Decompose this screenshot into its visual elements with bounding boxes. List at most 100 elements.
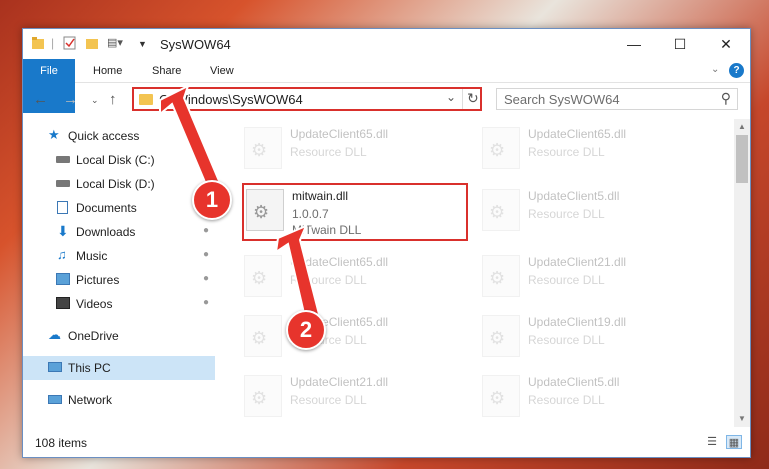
file-type: Resource DLL xyxy=(528,393,605,407)
new-folder-icon[interactable] xyxy=(85,36,99,53)
help-icon[interactable]: ? xyxy=(729,63,744,78)
cloud-icon: ☁ xyxy=(48,327,61,342)
sidebar-item-pictures[interactable]: Pictures ● xyxy=(23,268,215,292)
properties-icon[interactable] xyxy=(63,36,77,53)
pictures-icon xyxy=(56,273,70,285)
search-input[interactable]: Search SysWOW64 ⚲ xyxy=(496,88,738,110)
dll-file-icon: ⚙ xyxy=(244,255,282,297)
network-icon xyxy=(48,395,62,404)
file-type: Resource DLL xyxy=(528,273,605,287)
dll-file-icon: ⚙ xyxy=(482,375,520,417)
pin-icon: ● xyxy=(202,297,209,308)
navigation-bar: ← → ⌄ ↑ C:\Windows\SysWOW64 ⌄ ↻ Search S… xyxy=(23,85,750,117)
pin-icon: ● xyxy=(202,249,209,260)
up-arrow-icon[interactable]: ↑ xyxy=(109,91,117,108)
file-name: UpdateClient21.dll xyxy=(290,375,389,389)
file-item[interactable]: ⚙ UpdateClient65.dll Resource DLL xyxy=(242,251,462,305)
step-badge-2: 2 xyxy=(286,310,326,350)
file-item[interactable]: ⚙ UpdateClient21.dll Resource DLL xyxy=(242,371,462,425)
details-view-icon[interactable]: ☰ xyxy=(704,435,720,449)
expand-ribbon-icon[interactable]: ⌄ xyxy=(711,64,719,75)
sidebar-item-quick-access[interactable]: ★ Quick access xyxy=(23,124,215,148)
sidebar-item-videos[interactable]: Videos ● xyxy=(23,292,215,316)
scrollbar-thumb[interactable] xyxy=(736,135,748,183)
status-bar: 108 items ☰ ▦ xyxy=(23,429,750,457)
file-item[interactable]: ⚙ UpdateClient65.dll Resource DLL xyxy=(242,311,462,365)
sidebar-item-label: Local Disk (C:) xyxy=(76,153,155,167)
folder-icon xyxy=(139,94,153,105)
tab-share[interactable]: Share xyxy=(152,59,181,83)
file-item[interactable]: ⚙ UpdateClient19.dll Resource DLL xyxy=(480,311,700,365)
drive-icon xyxy=(56,156,70,163)
file-type: Resource DLL xyxy=(290,393,367,407)
forward-arrow-icon[interactable]: → xyxy=(63,91,78,108)
file-name: UpdateClient65.dll xyxy=(528,127,627,141)
sidebar-item-music[interactable]: ♫ Music ● xyxy=(23,244,215,268)
refresh-icon[interactable]: ↻ xyxy=(467,90,479,107)
pin-icon: ● xyxy=(202,273,209,284)
scroll-up-icon[interactable]: ▲ xyxy=(734,119,750,135)
address-path[interactable]: C:\Windows\SysWOW64 xyxy=(159,92,303,107)
dll-file-icon: ⚙ xyxy=(244,315,282,357)
sidebar-item-label: Pictures xyxy=(76,273,120,287)
customize-toolbar-icon[interactable]: ▤▾ xyxy=(107,36,123,49)
search-icon[interactable]: ⚲ xyxy=(721,90,731,107)
maximize-button[interactable]: ☐ xyxy=(657,29,703,59)
file-item[interactable]: ⚙ UpdateClient65.dll Resource DLL xyxy=(242,123,462,177)
window-title: SysWOW64 xyxy=(160,37,231,52)
tab-view[interactable]: View xyxy=(210,59,234,83)
pin-icon: ● xyxy=(202,153,209,164)
file-name: UpdateClient5.dll xyxy=(528,189,620,203)
separator: | xyxy=(51,36,55,50)
sidebar-item-label: Network xyxy=(68,393,113,407)
music-icon: ♫ xyxy=(57,247,67,262)
tiles-view-icon[interactable]: ▦ xyxy=(726,435,742,449)
dll-file-icon: ⚙ xyxy=(244,375,282,417)
file-name: UpdateClient65.dll xyxy=(290,255,389,269)
sidebar-item-local-disk-d[interactable]: Local Disk (D:) xyxy=(23,172,215,196)
sidebar-item-onedrive[interactable]: ☁ OneDrive xyxy=(23,324,215,348)
minimize-button[interactable]: — xyxy=(611,29,657,59)
item-count: 108 items xyxy=(35,436,88,450)
navigation-pane: ★ Quick access Local Disk (C:) ● Local D… xyxy=(23,124,215,424)
sidebar-item-label: Documents xyxy=(76,201,137,215)
sidebar-item-local-disk-c[interactable]: Local Disk (C:) ● xyxy=(23,148,215,172)
folder-icon xyxy=(31,36,45,53)
sidebar-item-network[interactable]: Network xyxy=(23,388,215,412)
sidebar-item-label: Music xyxy=(76,249,108,263)
vertical-scrollbar[interactable]: ▲ ▼ xyxy=(734,119,750,427)
pin-icon: ● xyxy=(202,225,209,236)
highlight-box xyxy=(242,183,468,241)
sidebar-item-label: This PC xyxy=(68,361,111,375)
step-badge-1: 1 xyxy=(192,180,232,220)
scroll-down-icon[interactable]: ▼ xyxy=(734,411,750,427)
sidebar-item-downloads[interactable]: ⬇ Downloads ● xyxy=(23,220,215,244)
ribbon-tabs: File Home Share View ⌄ ? xyxy=(23,59,750,113)
documents-icon xyxy=(57,201,68,214)
sidebar-item-label: Quick access xyxy=(68,129,140,143)
file-type: Resource DLL xyxy=(290,273,367,287)
file-name: UpdateClient19.dll xyxy=(528,315,627,329)
file-item[interactable]: ⚙ UpdateClient5.dll Resource DLL xyxy=(480,185,700,239)
file-item[interactable]: ⚙ UpdateClient65.dll Resource DLL xyxy=(480,123,700,177)
dll-file-icon: ⚙ xyxy=(244,127,282,169)
sidebar-item-this-pc[interactable]: This PC xyxy=(23,356,215,380)
file-item[interactable]: ⚙ UpdateClient21.dll Resource DLL xyxy=(480,251,700,305)
dll-file-icon: ⚙ xyxy=(482,315,520,357)
sidebar-item-label: Local Disk (D:) xyxy=(76,177,155,191)
title-bar: | ▤▾ ▼ SysWOW64 — ☐ ✕ xyxy=(23,29,750,59)
recent-locations-icon[interactable]: ⌄ xyxy=(91,95,99,106)
tab-home[interactable]: Home xyxy=(93,59,122,83)
chevron-down-icon[interactable]: ⌄ xyxy=(446,90,456,104)
close-button[interactable]: ✕ xyxy=(703,29,749,59)
dll-file-icon: ⚙ xyxy=(482,189,520,231)
sidebar-item-documents[interactable]: Documents xyxy=(23,196,215,220)
back-arrow-icon[interactable]: ← xyxy=(33,91,48,108)
dll-file-icon: ⚙ xyxy=(482,255,520,297)
file-type: Resource DLL xyxy=(290,145,367,159)
address-bar[interactable]: C:\Windows\SysWOW64 ⌄ ↻ xyxy=(132,87,482,111)
quick-access-dropdown-icon[interactable]: ▼ xyxy=(138,39,147,49)
sidebar-item-label: OneDrive xyxy=(68,329,119,343)
videos-icon xyxy=(56,297,70,309)
file-item[interactable]: ⚙ UpdateClient5.dll Resource DLL xyxy=(480,371,700,425)
